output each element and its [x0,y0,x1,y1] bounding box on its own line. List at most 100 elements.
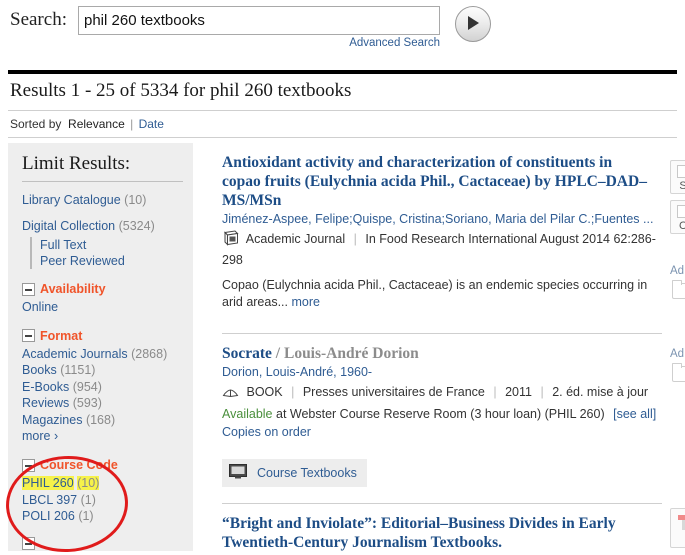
folder-icon[interactable] [672,366,685,382]
result-meta: Academic Journal | In Food Research Inte… [222,230,662,269]
results-count-heading: Results 1 - 25 of 5334 for phil 260 text… [10,80,351,102]
result-tool-share-button[interactable]: S [670,160,685,194]
course-textbooks-label: Course Textbooks [257,466,357,480]
results-list: Antioxidant activity and characterizatio… [210,143,685,551]
meta-separator: | [354,232,357,246]
facet-item-lbcl-397[interactable]: LBCL 397 (1) [22,492,193,509]
meta-separator: | [540,385,543,399]
course-textbooks-button[interactable]: Course Textbooks [222,459,367,487]
facet-item-count: (1) [78,509,93,523]
facet-item-academic-journals[interactable]: Academic Journals (2868) [22,346,193,363]
monitor-icon [229,464,247,482]
sort-separator: | [130,117,133,131]
limit-results-sidebar: Limit Results: Library Catalogue (10) Di… [8,143,193,551]
folder-icon[interactable] [672,283,685,299]
sort-option-relevance[interactable]: Relevance [68,117,125,131]
facet-item-e-books[interactable]: E-Books (954) [22,379,193,396]
search-bar: Search: Advanced Search [0,0,685,68]
facet-header-availability[interactable]: Availability [22,282,193,296]
result-format: BOOK [246,385,282,399]
facet-item-count: (10) [77,476,99,490]
library-catalogue-label: Library Catalogue [22,193,121,207]
minus-box-icon[interactable] [22,459,35,472]
journal-icon [222,230,239,251]
facet-item-reviews[interactable]: Reviews (593) [22,395,193,412]
tool-icon [677,165,685,178]
result-title-link[interactable]: Antioxidant activity and characterizatio… [222,153,652,210]
availability-status: Available [222,407,273,421]
result-edition: 2. éd. mise à jour [552,385,648,399]
facet-item-label: Magazines [22,413,82,427]
facet-item-count: (1) [81,493,96,507]
facet-header-format[interactable]: Format [22,329,193,343]
facet-item-label: Books [22,363,57,377]
facet-item-phil-260[interactable]: PHIL 260 (10) [22,475,193,492]
facet-item-count: (2868) [131,347,167,361]
result-item: Antioxidant activity and characterizatio… [210,143,685,311]
sort-bar: Sorted by Relevance | Date [10,117,164,131]
minus-box-icon[interactable] [22,537,35,550]
add-to-folder-link[interactable]: Ad [670,265,684,277]
copies-on-order-link[interactable]: Copies on order [222,423,685,441]
facet-item-online[interactable]: Online [22,299,193,316]
sortbar-divider-bottom [8,137,677,138]
facet-item-count: (954) [73,380,102,394]
see-all-link[interactable]: [see all] [613,407,656,421]
result-abstract-text: Copao (Eulychnia acida Phil., Cactaceae)… [222,278,647,309]
result-availability: Available at Webster Course Reserve Room… [222,405,662,423]
facet-item-count: (1151) [60,363,95,377]
facet-more-format[interactable]: more › [22,428,193,445]
facet-item-poli-206[interactable]: POLI 206 (1) [22,508,193,525]
result-meta: BOOK | Presses universitaires de France … [222,383,662,404]
result-title-text: Socrate [222,345,272,362]
sidebar-item-peer-reviewed[interactable]: Peer Reviewed [40,253,193,269]
sidebar-title: Limit Results: [8,143,193,181]
result-tool-cite-button[interactable]: C [670,200,685,234]
minus-box-icon[interactable] [22,329,35,342]
sidebar-item-digital-collection[interactable]: Digital Collection (5324) [22,208,193,234]
minus-box-icon[interactable] [22,283,35,296]
facet-item-count: (168) [86,413,115,427]
facet-item-label: Online [22,300,58,314]
result-title-link[interactable]: “Bright and Inviolate”: Editorial–Busine… [222,514,652,551]
facet-item-magazines[interactable]: Magazines (168) [22,412,193,429]
facet-header-next-clipped[interactable] [22,537,193,550]
facet-title-course-code: Course Code [40,458,118,472]
sortbar-divider-top [8,110,677,111]
meta-separator: | [493,385,496,399]
advanced-search-link[interactable]: Advanced Search [348,37,440,49]
result-authors-link[interactable]: Jiménez-Aspee, Felipe;Quispe, Cristina;S… [222,211,662,228]
digital-collection-sublist: Full Text Peer Reviewed [30,237,193,269]
facet-header-course-code[interactable]: Course Code [22,458,193,472]
tool-icon [677,205,685,218]
sidebar-item-full-text[interactable]: Full Text [40,237,193,253]
facet-item-label: LBCL 397 [22,493,77,507]
library-catalogue-count: (10) [124,193,146,207]
sidebar-facet-groups: Library Catalogue (10) Digital Collectio… [8,182,193,550]
result-title-link[interactable]: Socrate / Louis-André Dorion [222,344,652,363]
sidebar-item-library-catalogue[interactable]: Library Catalogue (10) [22,182,193,208]
book-icon [222,386,239,404]
search-submit-button[interactable] [455,6,491,42]
facet-item-label: Reviews [22,396,69,410]
result-authors-link[interactable]: Dorion, Louis-André, 1960- [222,364,662,381]
digital-collection-label: Digital Collection [22,219,115,233]
add-to-folder-link[interactable]: Ad [670,348,684,360]
sorted-by-label: Sorted by [10,117,61,131]
result-item: “Bright and Inviolate”: Editorial–Busine… [210,504,685,551]
result-abstract-more-link[interactable]: more [292,295,320,309]
header-divider [8,70,677,74]
facet-item-label: E-Books [22,380,69,394]
result-publisher: Presses universitaires de France [303,385,485,399]
facet-item-label: PHIL 260 [22,476,74,490]
meta-separator: | [291,385,294,399]
result-tool-button[interactable] [670,508,685,548]
result-year: 2011 [505,385,532,399]
tool-icon-stem [682,520,685,530]
result-format: Academic Journal [246,232,345,246]
facet-item-books[interactable]: Books (1151) [22,362,193,379]
availability-detail: at Webster Course Reserve Room (3 hour l… [276,407,605,421]
tool-label: C [679,220,685,232]
sort-option-date[interactable]: Date [139,117,164,131]
search-input[interactable] [78,6,440,35]
